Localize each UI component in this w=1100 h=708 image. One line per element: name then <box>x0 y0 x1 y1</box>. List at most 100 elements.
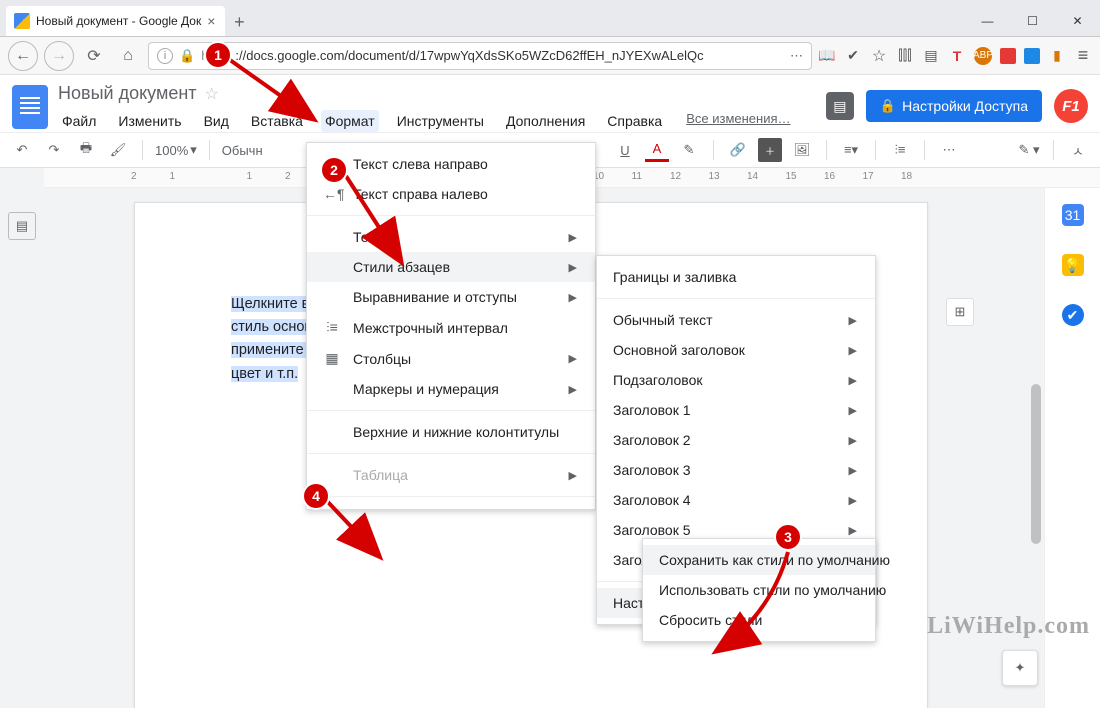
text-color-button[interactable]: A <box>645 138 669 162</box>
sidebar-icon[interactable]: ▤ <box>922 47 940 65</box>
star-icon[interactable]: ☆ <box>870 47 888 65</box>
menu-item-headers-footers[interactable]: Верхние и нижние колонтитулы <box>307 417 595 447</box>
menu-format[interactable]: Формат <box>321 110 379 132</box>
pocket-icon[interactable]: ✔ <box>844 47 862 65</box>
library-icon[interactable]: ⫿⫿⫿ <box>896 47 914 65</box>
new-tab-button[interactable]: + <box>225 8 253 36</box>
url-more-icon[interactable]: ⋯ <box>790 48 803 64</box>
menu-item-reset-styles[interactable]: Сбросить стили <box>643 605 875 635</box>
nav-home-button[interactable]: ⌂ <box>114 42 142 70</box>
menu-item-bullets[interactable]: Маркеры и нумерация▶ <box>307 374 595 404</box>
more-tools-button[interactable]: ⋯ <box>937 138 961 162</box>
tasks-icon[interactable]: ✔ <box>1062 304 1084 326</box>
browser-tab[interactable]: Новый документ - Google Док × <box>6 6 225 36</box>
menu-item-borders[interactable]: Границы и заливка <box>597 262 875 292</box>
label: Выравнивание и отступы <box>353 289 517 305</box>
hide-menus-button[interactable]: ㅅ <box>1066 138 1090 162</box>
calendar-icon[interactable]: 31 <box>1062 204 1084 226</box>
ext-blue-icon[interactable] <box>1024 48 1040 64</box>
window-close[interactable]: ✕ <box>1055 6 1100 36</box>
menu-insert[interactable]: Вставка <box>247 110 307 132</box>
menu-item-normal-text[interactable]: Обычный текст▶ <box>597 305 875 335</box>
explore-button[interactable]: ✦ <box>1002 650 1038 686</box>
line-spacing-button[interactable]: ⫶≡ <box>888 138 912 162</box>
window-maximize[interactable]: ☐ <box>1010 6 1055 36</box>
ext-red-icon[interactable] <box>1000 48 1016 64</box>
paint-format-button[interactable]: 🖌 <box>106 138 130 162</box>
styles-options-submenu: Сохранить как стили по умолчанию Использ… <box>642 538 876 642</box>
highlight-button[interactable]: ✎ <box>677 138 701 162</box>
url-text: ://docs.google.com/document/d/17wpwYqXds… <box>235 48 703 63</box>
line-spacing-icon: ⫶≡ <box>323 319 341 336</box>
menu-item-paragraph-styles[interactable]: Стили абзацев▶ <box>307 252 595 282</box>
outline-toggle-button[interactable]: ▤ <box>8 212 36 240</box>
rtl-icon: ←¶ <box>323 186 341 202</box>
zoom-value: 100% <box>155 143 188 158</box>
paragraph-style-select[interactable]: Обычн <box>222 143 263 158</box>
share-lock-icon: 🔒 <box>880 98 896 114</box>
keep-icon[interactable]: 💡 <box>1062 254 1084 276</box>
scrollbar-thumb[interactable] <box>1031 384 1041 544</box>
label: Столбцы <box>353 351 411 367</box>
separator <box>142 140 143 160</box>
menu-item-heading-3[interactable]: Заголовок 3▶ <box>597 455 875 485</box>
zoom-select[interactable]: 100% ▾ <box>155 142 197 158</box>
docs-logo-icon[interactable] <box>12 85 48 129</box>
menu-item-ltr[interactable]: ¶→Текст слева направо <box>307 149 595 179</box>
menu-item-align[interactable]: Выравнивание и отступы▶ <box>307 282 595 312</box>
underline-button[interactable]: U <box>613 138 637 162</box>
changes-link[interactable]: Все изменения… <box>686 111 790 126</box>
tab-close-icon[interactable]: × <box>207 13 215 29</box>
insert-link-button[interactable]: 🔗 <box>726 138 750 162</box>
print-button[interactable]: 🖶 <box>74 138 98 162</box>
menu-item-line-spacing[interactable]: ⫶≡Межстрочный интервал <box>307 312 595 343</box>
window-minimize[interactable]: — <box>965 6 1010 36</box>
ext-abp-icon[interactable]: ABP <box>974 47 992 65</box>
menu-item-heading-2[interactable]: Заголовок 2▶ <box>597 425 875 455</box>
insert-comment-button[interactable]: ＋ <box>758 138 782 162</box>
menu-help[interactable]: Справка <box>603 110 666 132</box>
label: Использовать стили по умолчанию <box>659 582 886 598</box>
browser-menu-icon[interactable]: ≡ <box>1074 47 1092 65</box>
ext-rss-icon[interactable]: ▮ <box>1048 47 1066 65</box>
align-button[interactable]: ≡▾ <box>839 138 863 162</box>
submenu-arrow-icon: ▶ <box>849 524 857 537</box>
separator <box>924 140 925 160</box>
redo-button[interactable]: ↷ <box>42 138 66 162</box>
menu-file[interactable]: Файл <box>58 110 100 132</box>
label: Основной заголовок <box>613 342 745 358</box>
submenu-arrow-icon: ▶ <box>849 464 857 477</box>
add-comment-button[interactable]: ⊞ <box>946 298 974 326</box>
menu-addons[interactable]: Дополнения <box>502 110 589 132</box>
nav-forward-button[interactable]: → <box>44 41 74 71</box>
ext-t-icon[interactable]: T <box>948 47 966 65</box>
menu-item-use-default-styles[interactable]: Использовать стили по умолчанию <box>643 575 875 605</box>
menu-edit[interactable]: Изменить <box>114 110 185 132</box>
menu-item-heading-1[interactable]: Заголовок 1▶ <box>597 395 875 425</box>
menu-item-rtl[interactable]: ←¶Текст справа налево <box>307 179 595 209</box>
insert-image-button[interactable]: 🖼 <box>790 138 814 162</box>
share-label: Настройки Доступа <box>902 98 1028 114</box>
comments-icon[interactable]: ▤ <box>826 92 854 120</box>
menu-item-columns[interactable]: ▦Столбцы▶ <box>307 343 595 374</box>
url-input[interactable]: i 🔒 https://docs.google.com/document/d/1… <box>148 42 812 70</box>
menu-view[interactable]: Вид <box>200 110 233 132</box>
label: Таблица <box>353 467 408 483</box>
label: Заголовок 5 <box>613 522 691 538</box>
menu-item-text[interactable]: Текст▶ <box>307 222 595 252</box>
editing-mode-button[interactable]: ✎ ▾ <box>1017 138 1041 162</box>
menu-item-save-default-styles[interactable]: Сохранить как стили по умолчанию <box>643 545 875 575</box>
menu-item-heading-4[interactable]: Заголовок 4▶ <box>597 485 875 515</box>
nav-reload-button[interactable]: ⟳ <box>80 42 108 70</box>
menu-tools[interactable]: Инструменты <box>393 110 488 132</box>
menu-item-subtitle[interactable]: Подзаголовок▶ <box>597 365 875 395</box>
reader-icon[interactable]: 📖 <box>818 47 836 65</box>
site-info-icon[interactable]: i <box>157 48 173 64</box>
document-title[interactable]: Новый документ <box>58 83 197 104</box>
nav-back-button[interactable]: ← <box>8 41 38 71</box>
user-avatar[interactable]: F1 <box>1054 89 1088 123</box>
star-icon[interactable]: ☆ <box>205 84 219 104</box>
share-button[interactable]: 🔒 Настройки Доступа <box>866 90 1042 122</box>
undo-button[interactable]: ↶ <box>10 138 34 162</box>
menu-item-title[interactable]: Основной заголовок▶ <box>597 335 875 365</box>
